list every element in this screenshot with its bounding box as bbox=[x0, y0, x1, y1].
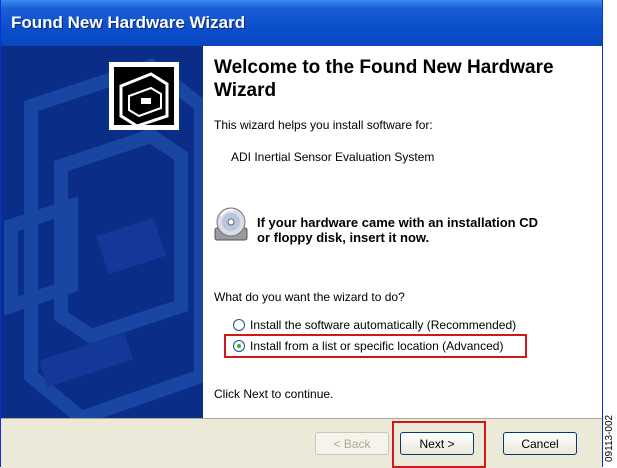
option-advanced[interactable]: Install from a list or specific location… bbox=[233, 339, 503, 353]
figure-id: 09113-002 bbox=[604, 414, 615, 462]
wizard-banner bbox=[1, 46, 203, 418]
hardware-icon bbox=[109, 62, 179, 130]
cancel-button[interactable]: Cancel bbox=[503, 432, 577, 455]
question-text: What do you want the wizard to do? bbox=[214, 290, 405, 304]
wizard-footer: < Back Next > Cancel bbox=[1, 418, 602, 468]
window-title: Found New Hardware Wizard bbox=[11, 13, 246, 32]
wizard-window: Found New Hardware Wizard Welcome to the… bbox=[0, 0, 603, 468]
welcome-title: Welcome to the Found New Hardware Wizard bbox=[214, 57, 554, 101]
device-name: ADI Inertial Sensor Evaluation System bbox=[231, 150, 435, 164]
option-automatic[interactable]: Install the software automatically (Reco… bbox=[233, 318, 516, 332]
radio-advanced[interactable] bbox=[233, 340, 245, 352]
banner-graphic bbox=[4, 58, 203, 418]
option-advanced-label: Install from a list or specific location… bbox=[250, 339, 504, 353]
back-button[interactable]: < Back bbox=[315, 432, 389, 455]
radio-automatic[interactable] bbox=[233, 319, 245, 331]
intro-text: This wizard helps you install software f… bbox=[214, 118, 433, 132]
cd-hint-line1: If your hardware came with an installati… bbox=[257, 215, 539, 230]
title-bar[interactable]: Found New Hardware Wizard bbox=[1, 0, 602, 46]
cd-hint-line2: or floppy disk, insert it now. bbox=[257, 230, 430, 245]
cd-icon bbox=[214, 207, 248, 241]
continue-text: Click Next to continue. bbox=[214, 387, 334, 401]
option-automatic-label: Install the software automatically (Reco… bbox=[250, 318, 517, 332]
next-highlight-box bbox=[392, 421, 486, 468]
wizard-content: Welcome to the Found New Hardware Wizard… bbox=[203, 46, 602, 418]
